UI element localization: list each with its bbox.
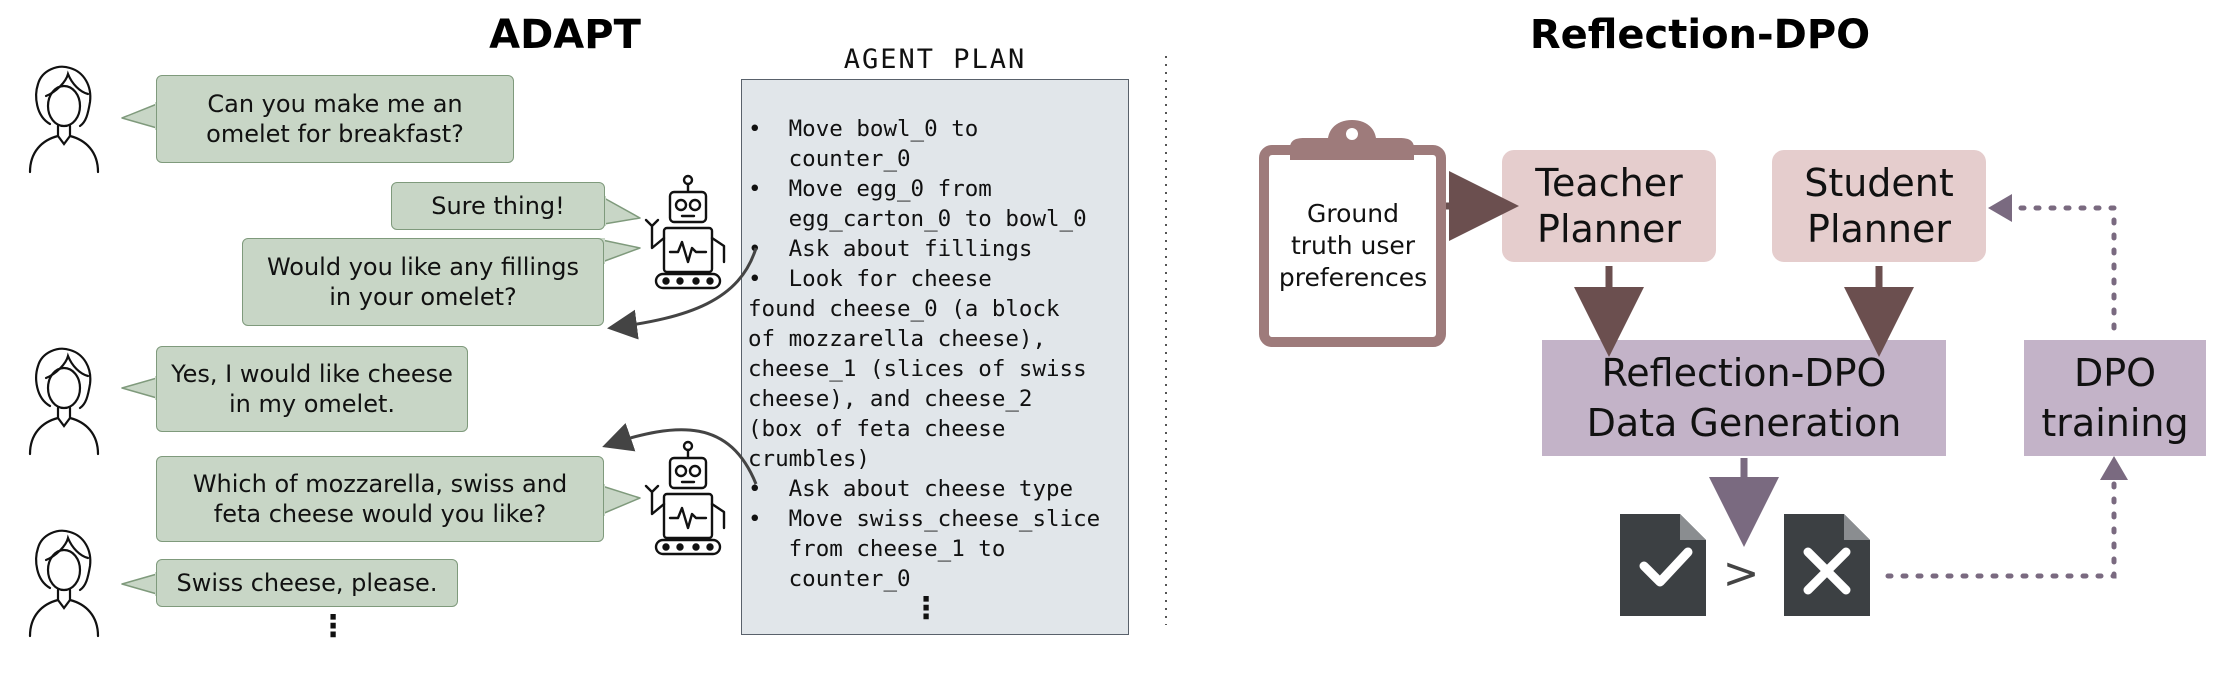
plan-line: • Look for cheese <box>748 266 992 292</box>
comparison-symbol: > <box>1722 547 1760 599</box>
dialogue-ellipsis: ⋮ <box>318 609 348 644</box>
dialogue-bubble-robot-3: Which of mozzarella, swiss and feta chee… <box>156 456 604 542</box>
plan-line: • Ask about fillings <box>748 236 1033 262</box>
plan-line: cheese_1 (slices of swiss <box>748 356 1087 382</box>
plan-line: • Move bowl_0 to <box>748 116 979 142</box>
data-generation-node: Reflection-DPO Data Generation <box>1542 340 1946 456</box>
student-planner-node: Student Planner <box>1772 150 1986 262</box>
plan-line: • Move egg_0 from <box>748 176 992 202</box>
reflection-dpo-title: Reflection-DPO <box>1529 12 1871 58</box>
plan-line: from cheese_1 to <box>748 536 1006 562</box>
adapt-title: ADAPT <box>489 12 641 58</box>
dialogue-bubble-human-1: Can you make me an omelet for breakfast? <box>156 75 514 163</box>
dpo-training-node: DPO training <box>2024 340 2206 456</box>
dialogue-bubble-human-2: Yes, I would like cheese in my omelet. <box>156 346 468 432</box>
plan-line: counter_0 <box>748 566 911 592</box>
plan-line: • Move swiss_cheese_slice <box>748 506 1101 532</box>
clipboard-text: Ground truth user preferences <box>1278 199 1428 292</box>
plan-line: found cheese_0 (a block <box>748 296 1060 322</box>
plan-line: (box of feta cheese <box>748 416 1006 442</box>
plan-line: counter_0 <box>748 146 911 172</box>
agent-plan-label: AGENT PLAN <box>843 44 1027 75</box>
plan-line: • Ask about cheese type <box>748 476 1074 502</box>
plan-line: crumbles) <box>748 446 870 472</box>
plan-ellipsis: ⋮ <box>911 591 941 626</box>
teacher-planner-node: Teacher Planner <box>1502 150 1716 262</box>
dialogue-bubble-robot-1: Sure thing! <box>391 182 605 230</box>
dialogue-bubble-human-3: Swiss cheese, please. <box>156 559 458 607</box>
plan-line: cheese), and cheese_2 <box>748 386 1033 412</box>
plan-line: egg_carton_0 to bowl_0 <box>748 206 1087 232</box>
plan-line: of mozzarella cheese), <box>748 326 1047 352</box>
dialogue-bubble-robot-2: Would you like any fillings in your omel… <box>242 238 604 326</box>
